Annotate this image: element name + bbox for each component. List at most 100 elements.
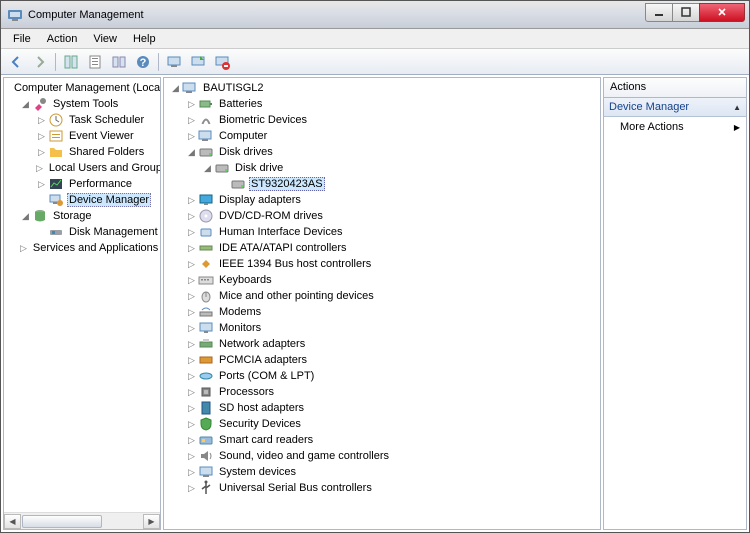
uninstall-button[interactable] xyxy=(211,51,233,73)
menu-view[interactable]: View xyxy=(85,31,125,47)
expand-icon[interactable]: ▷ xyxy=(186,291,197,302)
scroll-thumb[interactable] xyxy=(22,515,102,528)
folder-icon xyxy=(48,144,64,160)
tree-event-viewer[interactable]: ▷Event Viewer xyxy=(6,128,160,144)
device-disk-drive[interactable]: ◢Disk drive xyxy=(166,160,600,176)
device-network[interactable]: ▷Network adapters xyxy=(166,336,600,352)
tree-device-manager[interactable]: Device Manager xyxy=(6,192,160,208)
forward-button[interactable] xyxy=(29,51,51,73)
tree-performance[interactable]: ▷Performance xyxy=(6,176,160,192)
help-button[interactable]: ? xyxy=(132,51,154,73)
expand-icon[interactable]: ▷ xyxy=(186,131,197,142)
device-security[interactable]: ▷ Security Devices xyxy=(166,416,600,432)
device-sd[interactable]: ▷SD host adapters xyxy=(166,400,600,416)
show-hide-button[interactable] xyxy=(60,51,82,73)
minimize-button[interactable] xyxy=(645,3,673,22)
device-selected-disk[interactable]: ST9320423AS xyxy=(166,176,600,192)
expand-icon[interactable]: ▷ xyxy=(186,99,197,110)
more-actions-item[interactable]: More Actions ▶ xyxy=(604,117,746,137)
device-computer[interactable]: ▷Computer xyxy=(166,128,600,144)
close-button[interactable] xyxy=(699,3,745,22)
device-ieee1394[interactable]: ▷IEEE 1394 Bus host controllers xyxy=(166,256,600,272)
expand-icon[interactable]: ▷ xyxy=(186,371,197,382)
expand-icon[interactable]: ▷ xyxy=(186,467,197,478)
console-tree[interactable]: Computer Management (Local ◢System Tools… xyxy=(4,78,160,512)
device-pcmcia[interactable]: ▷PCMCIA adapters xyxy=(166,352,600,368)
tree-disk-management[interactable]: Disk Management xyxy=(6,224,160,240)
device-batteries[interactable]: ▷Batteries xyxy=(166,96,600,112)
expand-icon[interactable]: ▷ xyxy=(186,339,197,350)
menu-file[interactable]: File xyxy=(5,31,39,47)
device-processors[interactable]: ▷Processors xyxy=(166,384,600,400)
collapse-icon[interactable]: ◢ xyxy=(186,147,197,158)
expand-icon[interactable]: ▷ xyxy=(186,259,197,270)
device-smartcard[interactable]: ▷ Smart card readers xyxy=(166,432,600,448)
device-sound[interactable]: ▷Sound, video and game controllers xyxy=(166,448,600,464)
tree-task-scheduler[interactable]: ▷Task Scheduler xyxy=(6,112,160,128)
device-hid[interactable]: ▷Human Interface Devices xyxy=(166,224,600,240)
expand-icon[interactable]: ▷ xyxy=(186,227,197,238)
expand-icon[interactable]: ▷ xyxy=(186,419,197,430)
tree-root[interactable]: Computer Management (Local xyxy=(6,80,160,96)
device-monitors[interactable]: ▷Monitors xyxy=(166,320,600,336)
collapse-icon[interactable]: ◢ xyxy=(170,83,181,94)
device-label: Security Devices xyxy=(217,418,303,430)
expand-icon[interactable]: ▷ xyxy=(186,323,197,334)
expand-icon[interactable]: ▷ xyxy=(186,387,197,398)
horizontal-scrollbar[interactable]: ◀ ▶ xyxy=(4,512,160,529)
device-ide[interactable]: ▷IDE ATA/ATAPI controllers xyxy=(166,240,600,256)
tree-services-apps[interactable]: ▷Services and Applications xyxy=(6,240,160,256)
expand-icon[interactable]: ▷ xyxy=(186,483,197,494)
clock-icon xyxy=(48,112,64,128)
device-mice[interactable]: ▷ Mice and other pointing devices xyxy=(166,288,600,304)
export-button[interactable] xyxy=(108,51,130,73)
actions-section[interactable]: Device Manager ▲ xyxy=(604,98,746,117)
properties-button[interactable] xyxy=(84,51,106,73)
scroll-left-button[interactable]: ◀ xyxy=(4,514,21,529)
device-dvd[interactable]: ▷DVD/CD-ROM drives xyxy=(166,208,600,224)
collapse-icon[interactable]: ◢ xyxy=(20,211,31,222)
expand-icon[interactable]: ▷ xyxy=(186,451,197,462)
device-display[interactable]: ▷Display adapters xyxy=(166,192,600,208)
expand-icon[interactable]: ▷ xyxy=(36,131,47,142)
device-keyboards[interactable]: ▷Keyboards xyxy=(166,272,600,288)
device-disk-drives[interactable]: ◢Disk drives xyxy=(166,144,600,160)
collapse-icon[interactable]: ◢ xyxy=(20,99,31,110)
maximize-button[interactable] xyxy=(672,3,700,22)
device-label: Smart card readers xyxy=(217,434,315,446)
collapse-icon[interactable]: ◢ xyxy=(202,163,213,174)
device-usb[interactable]: ▷Universal Serial Bus controllers xyxy=(166,480,600,496)
tree-storage[interactable]: ◢Storage xyxy=(6,208,160,224)
expand-icon[interactable]: ▷ xyxy=(36,115,47,126)
expand-icon[interactable]: ▷ xyxy=(186,355,197,366)
menu-action[interactable]: Action xyxy=(39,31,86,47)
expand-icon[interactable]: ▷ xyxy=(36,147,47,158)
expand-icon[interactable]: ▷ xyxy=(186,211,197,222)
expand-icon[interactable]: ▷ xyxy=(36,179,47,190)
expand-icon[interactable]: ▷ xyxy=(20,243,27,254)
expand-icon[interactable]: ▷ xyxy=(186,435,197,446)
device-modems[interactable]: ▷Modems xyxy=(166,304,600,320)
scan-button[interactable] xyxy=(163,51,185,73)
expand-icon[interactable]: ▷ xyxy=(186,115,197,126)
scroll-right-button[interactable]: ▶ xyxy=(143,514,160,529)
expand-icon[interactable]: ▷ xyxy=(186,275,197,286)
tree-system-tools[interactable]: ◢System Tools xyxy=(6,96,160,112)
expand-icon[interactable]: ▷ xyxy=(186,195,197,206)
device-label: Mice and other pointing devices xyxy=(217,290,376,302)
expand-icon[interactable]: ▷ xyxy=(186,243,197,254)
expand-icon[interactable]: ▷ xyxy=(186,307,197,318)
tree-shared-folders[interactable]: ▷Shared Folders xyxy=(6,144,160,160)
back-button[interactable] xyxy=(5,51,27,73)
device-tree[interactable]: ◢BAUTISGL2▷Batteries▷Biometric Devices▷C… xyxy=(164,78,600,498)
update-button[interactable] xyxy=(187,51,209,73)
device-root[interactable]: ◢BAUTISGL2 xyxy=(166,80,600,96)
expand-icon[interactable]: ▷ xyxy=(186,403,197,414)
scroll-track[interactable] xyxy=(21,514,143,529)
tree-local-users[interactable]: ▷Local Users and Groups xyxy=(6,160,160,176)
device-ports[interactable]: ▷Ports (COM & LPT) xyxy=(166,368,600,384)
menu-help[interactable]: Help xyxy=(125,31,164,47)
device-biometric[interactable]: ▷Biometric Devices xyxy=(166,112,600,128)
expand-icon[interactable]: ▷ xyxy=(36,163,43,174)
device-system[interactable]: ▷System devices xyxy=(166,464,600,480)
